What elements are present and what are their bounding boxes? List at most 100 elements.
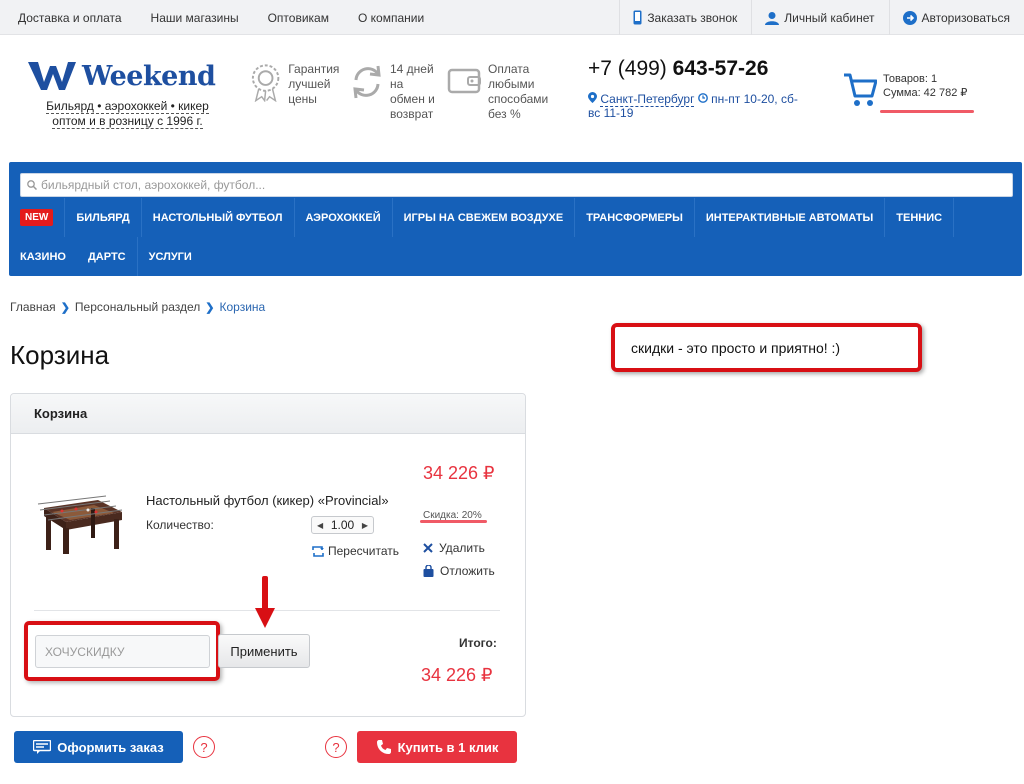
- coupon-input[interactable]: ХОЧУСКИДКУ: [35, 635, 210, 668]
- exchange-icon: [353, 65, 381, 99]
- postpone-label: Отложить: [440, 564, 495, 578]
- menu-item-new[interactable]: NEW: [9, 198, 66, 237]
- search-icon: [27, 180, 37, 190]
- medal-icon: [251, 64, 280, 102]
- decrease-arrow-icon[interactable]: ◀: [317, 521, 323, 530]
- phone-handset-icon: [376, 740, 391, 754]
- delete-button[interactable]: Удалить: [423, 541, 485, 555]
- top-bar: Доставка и оплата Наши магазины Оптовика…: [0, 0, 1024, 35]
- form-icon: [33, 740, 52, 754]
- shopping-cart-icon: [844, 73, 877, 106]
- login-label: Авторизоваться: [921, 10, 1010, 25]
- feature-text: Оплата любыми способами без %: [488, 62, 549, 121]
- logo-text: Weekend: [82, 60, 216, 92]
- menu-item-outdoor-games[interactable]: ИГРЫ НА СВЕЖЕМ ВОЗДУХЕ: [393, 198, 576, 237]
- login-link[interactable]: Авторизоваться: [888, 0, 1024, 35]
- top-link-stores[interactable]: Наши магазины: [151, 11, 239, 25]
- quantity-label: Количество:: [146, 518, 214, 532]
- total-label: Итого:: [459, 636, 497, 650]
- feature-text: Гарантия лучшей цены: [288, 62, 340, 106]
- login-arrow-icon: [902, 10, 917, 25]
- buy-one-click-label: Купить в 1 клик: [397, 739, 499, 755]
- callback-link[interactable]: Заказать звонок: [619, 0, 751, 35]
- breadcrumb-current: Корзина: [219, 300, 266, 314]
- tagline-text: Бильярд • аэрохоккей • кикер оптом и в р…: [46, 99, 209, 129]
- phone-number: 643-57-26: [672, 57, 769, 80]
- cart-count: Товаров: 1: [883, 73, 938, 85]
- search-input[interactable]: бильярдный стол, аэрохоккей, футбол...: [20, 173, 1013, 197]
- menu-item-darts[interactable]: ДАРТС: [77, 237, 138, 276]
- user-icon: [765, 11, 780, 25]
- one-click-help-icon[interactable]: ?: [325, 736, 347, 758]
- feature-exchange: 14 дней на обмен и возврат: [348, 62, 440, 122]
- menu-item-billiards[interactable]: БИЛЬЯРД: [65, 198, 142, 237]
- breadcrumb: Главная ❯ Персональный раздел ❯ Корзина: [10, 300, 265, 314]
- city-selector[interactable]: Санкт-Петербург: [600, 92, 695, 107]
- wallet-icon: [447, 68, 481, 94]
- menu-item-casino[interactable]: КАЗИНО: [9, 237, 77, 276]
- total-value: 34 226 ₽: [421, 665, 493, 685]
- cart-summary: Товаров: 1 Сумма: 42 782 ₽: [883, 72, 967, 108]
- logo-w-icon: [28, 62, 76, 90]
- feature-best-price: Гарантия лучшей цены: [247, 62, 347, 107]
- cart-sum-highlight: [880, 110, 974, 113]
- quantity-stepper[interactable]: ◀ 1.00 ▶: [311, 516, 374, 534]
- product-name[interactable]: Настольный футбол (кикер) «Provincial»: [146, 493, 389, 508]
- top-link-wholesale[interactable]: Оптовикам: [268, 11, 329, 25]
- recalculate-button[interactable]: Пересчитать: [312, 544, 399, 558]
- new-badge: NEW: [20, 209, 54, 226]
- top-nav: Доставка и оплата Наши магазины Оптовика…: [18, 0, 453, 35]
- top-link-about[interactable]: О компании: [358, 11, 424, 25]
- menu-item-arcade-machines[interactable]: ИНТЕРАКТИВНЫЕ АВТОМАТЫ: [695, 198, 886, 237]
- header-cart[interactable]: Товаров: 1 Сумма: 42 782 ₽: [843, 72, 967, 108]
- menu-item-air-hockey[interactable]: АЭРОХОККЕЙ: [295, 198, 393, 237]
- phone-prefix: +7 (499): [588, 57, 667, 80]
- account-label: Личный кабинет: [784, 10, 875, 25]
- breadcrumb-personal[interactable]: Персональный раздел: [75, 300, 200, 314]
- chevron-right-icon: ❯: [205, 301, 215, 314]
- menu-item-transformers[interactable]: ТРАНСФОРМЕРЫ: [575, 198, 695, 237]
- location-pin-icon: [588, 92, 597, 103]
- red-arrow-annotation-icon: [255, 576, 275, 628]
- menu-item-tennis[interactable]: ТЕННИС: [885, 198, 955, 237]
- product-image[interactable]: [36, 490, 126, 555]
- recalculate-label: Пересчитать: [328, 544, 399, 558]
- bag-icon: [423, 565, 434, 577]
- close-icon: [423, 543, 433, 553]
- header-phone[interactable]: +7 (499) 643-57-26: [588, 57, 768, 81]
- product-price: 34 226 ₽: [423, 463, 495, 483]
- postpone-button[interactable]: Отложить: [423, 564, 495, 578]
- discount-highlight: [420, 520, 487, 523]
- menu-item-table-football[interactable]: НАСТОЛЬНЫЙ ФУТБОЛ: [142, 198, 295, 237]
- mobile-phone-icon: [633, 10, 642, 25]
- menu-item-services[interactable]: УСЛУГИ: [138, 237, 203, 276]
- apply-coupon-button[interactable]: Применить: [218, 634, 310, 668]
- city-hours: Санкт-Петербург пн-пт 10-20, сб-вс 11-19: [588, 92, 808, 120]
- feature-payment: Оплата любыми способами без %: [446, 62, 551, 122]
- feature-text: 14 дней на обмен и возврат: [390, 62, 435, 121]
- checkout-label: Оформить заказ: [57, 739, 164, 755]
- breadcrumb-home[interactable]: Главная: [10, 300, 56, 314]
- tagline: Бильярд • аэрохоккей • кикер оптом и в р…: [40, 99, 215, 129]
- cart-panel-title: Корзина: [11, 394, 525, 434]
- delete-label: Удалить: [439, 541, 485, 555]
- cart-sum: Сумма: 42 782 ₽: [883, 87, 968, 99]
- annotation-text: скидки - это просто и приятно! :): [631, 339, 841, 356]
- quantity-value: 1.00: [330, 518, 355, 532]
- annotation-callout: скидки - это просто и приятно! :): [611, 323, 922, 372]
- checkout-button[interactable]: Оформить заказ: [14, 731, 183, 763]
- checkout-help-icon[interactable]: ?: [193, 736, 215, 758]
- refresh-icon: [312, 545, 324, 557]
- increase-arrow-icon[interactable]: ▶: [362, 521, 368, 530]
- page-title: Корзина: [10, 340, 110, 370]
- chevron-right-icon: ❯: [60, 301, 70, 314]
- top-link-delivery[interactable]: Доставка и оплата: [18, 11, 122, 25]
- buy-one-click-button[interactable]: Купить в 1 клик: [357, 731, 517, 763]
- callback-label: Заказать звонок: [647, 10, 738, 25]
- site-logo[interactable]: Weekend: [28, 56, 218, 96]
- search-placeholder: бильярдный стол, аэрохоккей, футбол...: [41, 178, 266, 192]
- clock-icon: [697, 93, 708, 103]
- category-menu: NEW БИЛЬЯРД НАСТОЛЬНЫЙ ФУТБОЛ АЭРОХОККЕЙ…: [9, 198, 1022, 276]
- account-link[interactable]: Личный кабинет: [751, 0, 888, 35]
- top-right-actions: Заказать звонок Личный кабинет Авторизов…: [619, 0, 1024, 35]
